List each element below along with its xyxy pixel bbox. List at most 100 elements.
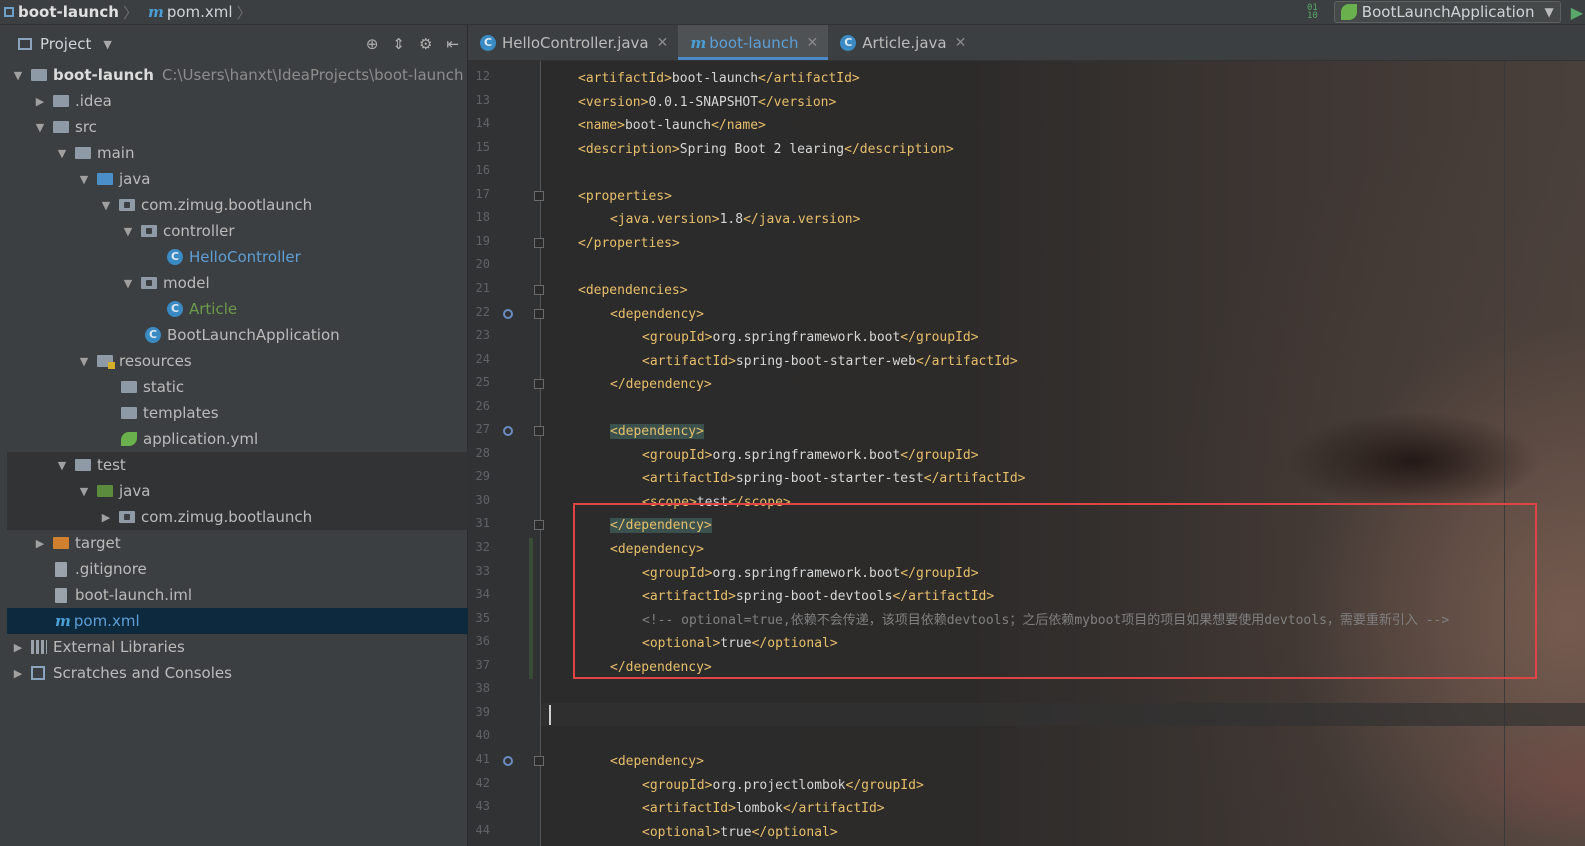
line-number: 28 <box>475 445 490 460</box>
tree-item-iml[interactable]: boot-launch.iml <box>7 582 515 608</box>
library-icon <box>31 640 47 654</box>
xml-tag: <java.version> <box>610 212 720 228</box>
tree-item-boot-launch[interactable]: ▼ boot-launch C:\Users\hanxt\IdeaProject… <box>7 62 471 88</box>
package-icon <box>119 511 135 523</box>
breadcrumb-project-label: boot-launch <box>18 3 119 21</box>
xml-tag: <optional> <box>642 824 721 840</box>
fold-marker-icon[interactable] <box>534 755 544 766</box>
build-sort-icon[interactable]: 01 10 <box>1307 4 1318 21</box>
tree-item-label: BootLaunchApplication <box>167 326 340 344</box>
tree-item-main[interactable]: ▼ main <box>7 140 515 166</box>
expanded-icon[interactable]: ▼ <box>121 225 135 238</box>
tree-item-external-libraries[interactable]: ▶ External Libraries <box>7 634 471 660</box>
tab-boot-launch[interactable]: m boot-launch ✕ <box>678 25 829 60</box>
xml-tag: </optional> <box>751 636 838 652</box>
xml-tag: </description> <box>844 141 954 157</box>
fold-marker-icon[interactable] <box>534 379 544 390</box>
maven-icon: m <box>690 33 707 52</box>
fold-marker-icon[interactable] <box>534 308 544 319</box>
spring-boot-class-icon: C <box>145 327 161 343</box>
tree-item-idea[interactable]: ▶ .idea <box>7 88 493 114</box>
code-editor[interactable]: 12 13 14 15 16 17 18 19 20 21 22 23 24 25 26 27 28 29 30 31… <box>468 61 1585 846</box>
xml-value: lombok <box>735 801 783 817</box>
project-panel-header: Project ▼ ⊕ ⇕ ⚙ ⇤ <box>0 25 467 63</box>
vcs-change-marker[interactable] <box>529 538 533 680</box>
code-line: <description>Spring Boot 2 learing</desc… <box>578 138 954 161</box>
line-number: 38 <box>475 681 490 696</box>
right-margin-guide <box>1504 61 1505 846</box>
expanded-icon[interactable]: ▼ <box>77 355 91 368</box>
run-icon[interactable]: ▶ <box>1571 3 1583 22</box>
fold-marker-icon[interactable] <box>534 284 544 295</box>
package-icon <box>119 199 135 211</box>
tab-article[interactable]: C Article.java ✕ <box>828 25 976 60</box>
tree-item-scratches[interactable]: ▶ Scratches and Consoles <box>7 660 471 686</box>
fold-marker-icon[interactable] <box>534 190 544 201</box>
dependency-navigation-icon[interactable] <box>503 308 513 319</box>
locate-icon[interactable]: ⊕ <box>366 35 379 53</box>
close-icon[interactable]: ✕ <box>657 35 669 51</box>
tree-item-gitignore[interactable]: .gitignore <box>7 556 515 582</box>
collapsed-icon[interactable]: ▶ <box>11 641 25 654</box>
dependency-navigation-icon[interactable] <box>503 755 513 766</box>
fold-marker-icon[interactable] <box>534 520 544 531</box>
tree-item-test-java[interactable]: ▼ java <box>7 478 537 504</box>
expanded-icon[interactable]: ▼ <box>33 121 47 134</box>
project-view-icon <box>18 38 32 50</box>
expanded-icon[interactable]: ▼ <box>77 173 91 186</box>
collapse-all-icon[interactable]: ⇕ <box>392 35 405 53</box>
tree-item-pom-xml[interactable]: m pom.xml <box>7 608 515 634</box>
line-number: 15 <box>475 139 490 154</box>
tree-item-java[interactable]: ▼ java <box>7 166 537 192</box>
collapsed-icon[interactable]: ▶ <box>33 95 47 108</box>
close-icon[interactable]: ✕ <box>807 35 819 51</box>
expanded-icon[interactable]: ▼ <box>121 277 135 290</box>
code-line: <groupId>org.springframework.boot</group… <box>642 326 979 349</box>
xml-tag: <artifactId> <box>642 801 736 817</box>
xml-value: org.springframework.boot <box>712 447 901 463</box>
code-line: </properties> <box>578 232 680 255</box>
breadcrumb-project[interactable]: boot-launch <box>4 3 119 21</box>
expanded-icon[interactable]: ▼ <box>77 485 91 498</box>
code-line: <dependency> <box>610 538 704 561</box>
tree-item-test[interactable]: ▼ test <box>7 452 515 478</box>
xml-value: Spring Boot 2 learing <box>679 141 845 157</box>
fold-marker-icon[interactable] <box>534 237 544 248</box>
breadcrumb-file[interactable]: m pom.xml <box>148 3 233 21</box>
chevron-down-icon[interactable]: ▼ <box>103 38 111 51</box>
dependency-navigation-icon[interactable] <box>503 426 513 437</box>
expanded-icon[interactable]: ▼ <box>55 147 69 160</box>
expanded-icon[interactable]: ▼ <box>99 199 113 212</box>
line-number: 23 <box>475 328 490 343</box>
collapsed-icon[interactable]: ▶ <box>33 537 47 550</box>
tree-item-target[interactable]: ▶ target <box>7 530 493 556</box>
xml-tag: </artifactId> <box>892 589 995 605</box>
java-class-icon: C <box>167 249 183 265</box>
xml-value: spring-boot-starter-web <box>735 353 916 369</box>
project-view-selector[interactable]: Project <box>40 35 91 53</box>
collapsed-icon[interactable]: ▶ <box>99 511 113 524</box>
folder-icon <box>53 95 69 107</box>
xml-tag: <scope> <box>642 494 697 510</box>
tree-item-src[interactable]: ▼ src <box>7 114 493 140</box>
tree-item-label: main <box>97 144 135 162</box>
close-icon[interactable]: ✕ <box>955 35 967 51</box>
test-source-folder-icon <box>97 485 113 497</box>
tree-item-resources[interactable]: ▼ resources <box>7 348 537 374</box>
line-number: 43 <box>475 799 490 814</box>
xml-tag: <groupId> <box>642 447 713 463</box>
line-number: 24 <box>475 351 490 366</box>
line-number: 22 <box>475 304 490 319</box>
run-configuration-selector[interactable]: BootLaunchApplication ▼ <box>1333 1 1561 23</box>
collapsed-icon[interactable]: ▶ <box>11 667 25 680</box>
tab-hellocontroller[interactable]: C HelloController.java ✕ <box>468 25 678 60</box>
project-path: C:\Users\hanxt\IdeaProjects\boot-launch <box>161 66 464 84</box>
expanded-icon[interactable]: ▼ <box>55 459 69 472</box>
hide-icon[interactable]: ⇤ <box>446 35 459 53</box>
fold-marker-icon[interactable] <box>534 426 544 437</box>
code-line: <scope>test</scope> <box>642 491 791 514</box>
excluded-folder-icon <box>53 537 69 549</box>
expanded-icon[interactable]: ▼ <box>11 69 25 82</box>
gear-icon[interactable]: ⚙ <box>419 35 432 53</box>
xml-comment: <!-- optional=true,依赖不会传递，该项目依赖devtools；… <box>642 612 1450 628</box>
